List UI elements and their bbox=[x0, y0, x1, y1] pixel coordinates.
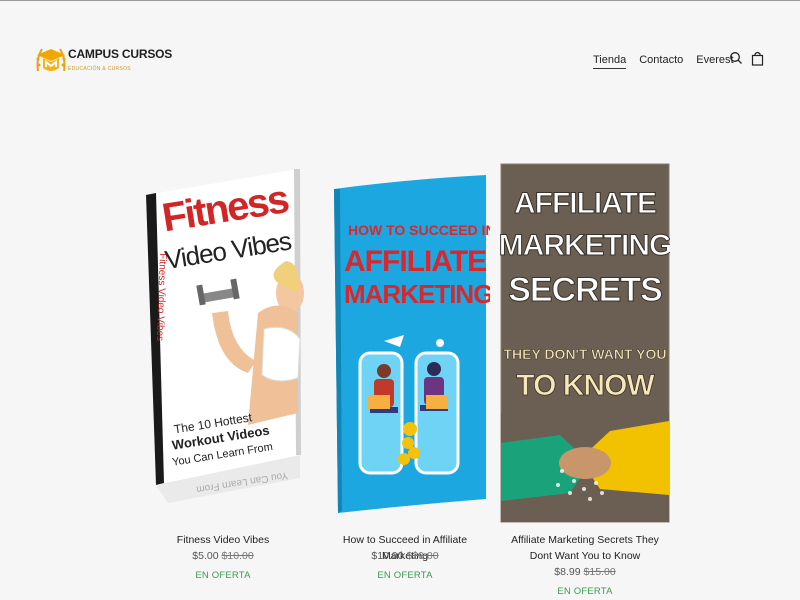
search-icon[interactable] bbox=[729, 51, 743, 70]
graduation-cap-logo-icon bbox=[34, 41, 66, 79]
sale-badge: EN OFERTA bbox=[557, 586, 613, 597]
cover-title: MARKETING bbox=[344, 279, 490, 309]
product-price: $8.99 $15.00 bbox=[500, 566, 670, 578]
product-image[interactable]: HOW TO SUCCEED IN AFFILIATE MARKETING bbox=[320, 163, 490, 523]
nav-item-tienda[interactable]: Tienda bbox=[593, 54, 627, 69]
brand-name: CAMPUS CURSOS bbox=[68, 47, 173, 61]
product-price: $5.00 $10.00 bbox=[138, 550, 308, 562]
cover-title: AFFILIATE bbox=[344, 245, 486, 278]
compare-price: $20.00 bbox=[406, 550, 439, 562]
product-title[interactable]: Fitness Video Vibes bbox=[138, 532, 308, 548]
cover-text: THEY DON'T WANT YOU bbox=[503, 346, 666, 362]
cover-text: HOW TO SUCCEED IN bbox=[348, 222, 490, 238]
cover-text: TO KNOW bbox=[516, 369, 655, 402]
brand-tagline: EDUCACIÓN & CURSOS bbox=[68, 66, 131, 72]
store-logo[interactable]: CAMPUS CURSOS EDUCACIÓN & CURSOS bbox=[34, 41, 172, 79]
compare-price: $15.00 bbox=[583, 566, 616, 578]
sale-price: $10.00 bbox=[371, 550, 404, 562]
cover-title: MARKETING bbox=[500, 229, 670, 262]
sale-price: $5.00 bbox=[192, 550, 219, 562]
product-image[interactable]: Fitness Video Vibes Fitness Video Vibes … bbox=[138, 163, 308, 523]
main-nav: Tienda Contacto Everest bbox=[593, 54, 734, 69]
nav-item-contacto[interactable]: Contacto bbox=[639, 54, 683, 69]
nav-item-everest[interactable]: Everest bbox=[696, 54, 733, 69]
shopping-bag-icon[interactable] bbox=[751, 51, 764, 71]
cover-title: AFFILIATE bbox=[514, 187, 656, 220]
product-image[interactable]: AFFILIATE MARKETING SECRETS THEY DON'T W… bbox=[500, 163, 670, 523]
sale-badge: EN OFERTA bbox=[195, 570, 251, 581]
product-price: $10.00 $20.00 bbox=[320, 550, 490, 562]
compare-price: $10.00 bbox=[221, 550, 254, 562]
cover-title: SECRETS bbox=[508, 271, 662, 309]
product-title[interactable]: Affiliate Marketing Secrets They Dont Wa… bbox=[500, 532, 670, 564]
sale-price: $8.99 bbox=[554, 566, 581, 578]
sale-badge: EN OFERTA bbox=[377, 570, 433, 581]
